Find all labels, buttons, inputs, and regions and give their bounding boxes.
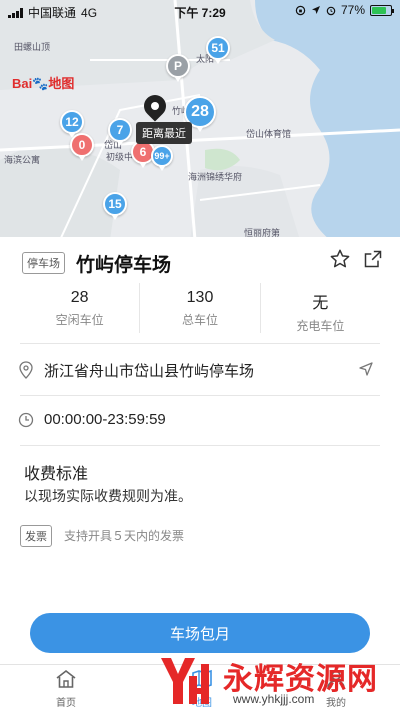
parking-info-panel: 停车场 竹屿停车场 28 空闲车位 130 总车位 无 充电车位 浙江省舟山市岱… [0, 237, 400, 664]
location-marker-dot [151, 102, 159, 110]
navigation-arrow-icon [359, 362, 373, 376]
address-text: 浙江省舟山市岱山县竹屿停车场 [44, 363, 255, 380]
home-icon [56, 669, 76, 688]
stat-label: 空闲车位 [55, 313, 104, 327]
battery-percent: 77% [340, 3, 365, 17]
cluster-marker[interactable]: 15 [103, 192, 127, 220]
stat-free-spaces: 28 空闲车位 [20, 283, 141, 333]
watermark-logo-icon [161, 658, 209, 704]
star-icon [330, 249, 350, 268]
divider [20, 445, 380, 446]
baidu-map-logo: Bai🐾地图 [12, 73, 74, 92]
cluster-marker[interactable]: 51 [206, 36, 230, 64]
stat-label: 总车位 [181, 313, 218, 327]
cluster-marker[interactable]: 0 [70, 133, 94, 161]
selected-marker-label: 距离最近 [136, 122, 192, 144]
watermark-url: www.yhkjjj.com [233, 692, 315, 706]
stat-charging-spaces: 无 充电车位 [261, 283, 380, 333]
business-hours: 00:00:00-23:59:59 [44, 411, 166, 428]
paw-icon: 🐾 [32, 76, 49, 91]
logo-brand: Bai [12, 76, 33, 91]
cluster-marker[interactable]: 12 [60, 110, 84, 138]
parking-p-marker[interactable]: P [166, 54, 190, 82]
app-root: 田螺山顶 海滨公寓 岱山体育馆 海洲锦绣华府 恒丽府第 初级中学 岱山 竹屿 太… [0, 0, 400, 710]
divider [20, 343, 380, 344]
stats-row: 28 空闲车位 130 总车位 无 充电车位 [20, 283, 380, 333]
fee-title: 收费标准 [24, 466, 89, 483]
cluster-marker[interactable]: 7 [108, 118, 132, 146]
cluster-marker[interactable]: 99+ [151, 145, 173, 171]
tab-home[interactable]: 首页 [36, 669, 96, 709]
share-button[interactable] [361, 247, 385, 271]
favorite-button[interactable] [328, 247, 352, 271]
battery-icon [370, 4, 394, 16]
watermark: 永辉资源网 www.yhkjjj.com [155, 652, 400, 710]
stat-value: 130 [186, 289, 214, 306]
parking-lot-name: 竹屿停车场 [76, 255, 172, 276]
share-icon [364, 250, 382, 268]
location-pin-icon [19, 361, 33, 379]
navigate-button[interactable] [354, 357, 378, 381]
invoice-note: 支持开具５天内的发票 [64, 529, 185, 543]
stat-label: 充电车位 [296, 319, 345, 333]
place-label: 田螺山顶 [14, 42, 51, 52]
clock-icon [18, 412, 34, 428]
monthly-pass-button[interactable]: 车场包月 [30, 613, 370, 653]
alarm-icon [326, 6, 336, 15]
status-bar: 中国联通 4G 下午 7:29 77% [0, 0, 400, 22]
stat-value: 无 [312, 295, 329, 312]
category-tag: 停车场 [22, 252, 65, 274]
logo-text: 地图 [48, 76, 75, 91]
stat-value: 28 [70, 289, 89, 306]
location-arrow-icon [311, 6, 320, 14]
map-view[interactable]: 田螺山顶 海滨公寓 岱山体育馆 海洲锦绣华府 恒丽府第 初级中学 岱山 竹屿 太… [0, 0, 400, 240]
place-label: 海洲锦绣华府 [188, 172, 243, 182]
divider [20, 395, 380, 396]
place-label: 海滨公寓 [4, 155, 41, 165]
tab-label: 首页 [56, 698, 76, 709]
orientation-lock-icon [295, 5, 306, 15]
place-label: 岱山体育馆 [246, 129, 292, 139]
fee-description: 以现场实际收费规则为准。 [24, 488, 192, 504]
stat-total-spaces: 130 总车位 [140, 283, 261, 333]
invoice-tag: 发票 [20, 525, 52, 547]
battery-fill [372, 6, 386, 14]
